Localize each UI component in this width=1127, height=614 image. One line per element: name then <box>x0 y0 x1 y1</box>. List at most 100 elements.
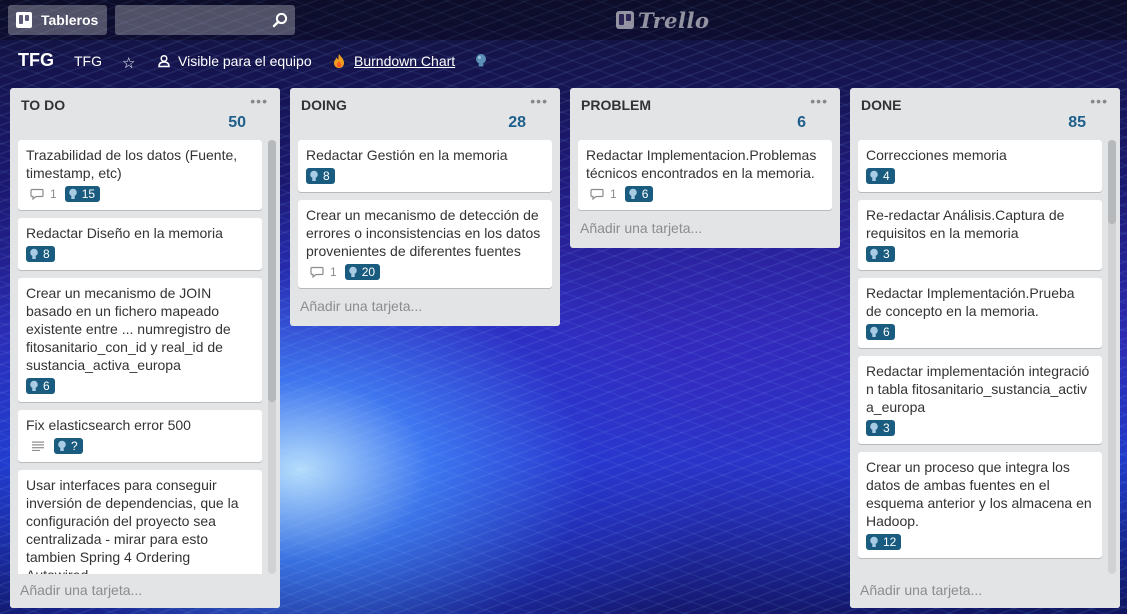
card[interactable]: Redactar Gestión en la memoria 8 <box>298 140 552 192</box>
points-value: 3 <box>883 421 890 435</box>
star-icon[interactable]: ☆ <box>122 54 135 72</box>
list-menu-icon[interactable]: ••• <box>250 93 268 109</box>
card-badges: 4 <box>866 166 1094 186</box>
list-header: PROBLEM 6 ••• <box>570 88 840 140</box>
list-title[interactable]: DONE <box>861 97 901 113</box>
points-badge: 15 <box>64 186 101 202</box>
card[interactable]: Crear un proceso que integra los datos d… <box>858 452 1102 558</box>
search-icon[interactable] <box>272 12 288 28</box>
add-card-button[interactable]: Añadir una tarjeta... <box>10 576 280 608</box>
card[interactable]: Trazabilidad de los datos (Fuente, times… <box>18 140 262 210</box>
card-badges: 12 <box>866 532 1094 552</box>
card-list: Redactar Implementacion.Problemas técnic… <box>570 140 840 210</box>
card[interactable]: Redactar Diseño en la memoria 8 <box>18 218 262 270</box>
lightbulb-icon[interactable] <box>474 53 488 69</box>
card-badges: 3 <box>866 418 1094 438</box>
trello-logo-icon <box>616 11 634 29</box>
card[interactable]: Redactar Implementacion.Problemas técnic… <box>578 140 832 210</box>
organization-link[interactable]: TFG <box>74 53 102 69</box>
comment-icon <box>590 188 604 200</box>
lightbulb-icon <box>870 326 878 337</box>
card-badges: 8 <box>26 244 254 264</box>
card-list: Redactar Gestión en la memoria 8 Crear u… <box>290 140 560 288</box>
lightbulb-icon <box>30 380 38 391</box>
card-badges: 1 15 <box>26 184 254 204</box>
points-value: 6 <box>641 187 649 201</box>
card-title: Redactar Gestión en la memoria <box>306 147 508 163</box>
card[interactable]: Correcciones memoria 4 <box>858 140 1102 192</box>
card[interactable]: Crear un mecanismo de JOIN basado en un … <box>18 278 262 402</box>
comments-badge: 1 <box>590 185 617 203</box>
trello-logo[interactable]: Trello <box>616 7 710 33</box>
boards-icon <box>16 12 32 28</box>
card[interactable]: Redactar implementación integración tabl… <box>858 356 1102 444</box>
team-icon <box>158 54 170 68</box>
list-problem: PROBLEM 6 ••• Redactar Implementacion.Pr… <box>570 88 840 248</box>
card[interactable]: Re-redactar Análisis.Captura de requisit… <box>858 200 1102 270</box>
description-icon <box>32 441 44 451</box>
list-header: TO DO 50 ••• <box>10 88 280 140</box>
card-badges: 1 6 <box>586 184 824 204</box>
lightbulb-icon <box>68 188 77 199</box>
list-menu-icon[interactable]: ••• <box>810 93 828 109</box>
points-value: 20 <box>361 265 376 279</box>
card-badges: 6 <box>26 376 254 396</box>
card[interactable]: Usar interfaces para conseguir inversión… <box>18 470 262 574</box>
points-badge: 8 <box>26 246 55 262</box>
card-title: Correcciones memoria <box>866 147 1007 163</box>
add-card-button[interactable]: Añadir una tarjeta... <box>850 576 1120 608</box>
list-points-count: 85 <box>1068 114 1086 131</box>
points-badge: 20 <box>344 264 381 280</box>
list-title[interactable]: PROBLEM <box>581 97 651 113</box>
comments-badge: 1 <box>310 263 337 281</box>
comments-count: 1 <box>50 187 57 201</box>
scrollbar-thumb[interactable] <box>1108 140 1116 224</box>
list-header: DONE 85 ••• <box>850 88 1120 140</box>
card-title: Fix elasticsearch error 500 <box>26 417 191 433</box>
list-points-count: 28 <box>508 114 526 131</box>
board-title[interactable]: TFG <box>18 50 54 71</box>
lightbulb-icon <box>870 422 878 433</box>
points-badge: 6 <box>866 324 895 340</box>
points-value: 8 <box>323 169 330 183</box>
card[interactable]: Redactar Implementación.Prueba de concep… <box>858 278 1102 348</box>
top-header: Tableros Trello <box>0 0 1127 40</box>
comments-count: 1 <box>610 187 617 201</box>
points-badge: 12 <box>866 534 902 550</box>
list-title[interactable]: DOING <box>301 97 347 113</box>
points-value: 8 <box>43 247 50 261</box>
card-title: Redactar Implementacion.Problemas técnic… <box>586 147 817 181</box>
lightbulb-icon <box>870 536 878 547</box>
scrollbar-thumb[interactable] <box>268 140 276 402</box>
lightbulb-icon <box>58 440 66 451</box>
list-menu-icon[interactable]: ••• <box>530 93 548 109</box>
list-menu-icon[interactable]: ••• <box>1090 93 1108 109</box>
comments-badge: 1 <box>30 185 57 203</box>
search-input[interactable] <box>115 5 281 33</box>
trello-logo-text: Trello <box>638 7 710 33</box>
add-card-button[interactable]: Añadir una tarjeta... <box>290 296 560 326</box>
list-scrollbar[interactable] <box>1108 140 1116 574</box>
list-scrollbar[interactable] <box>268 140 276 574</box>
card[interactable]: Fix elasticsearch error 500 ? <box>18 410 262 462</box>
add-card-button[interactable]: Añadir una tarjeta... <box>570 218 840 248</box>
points-badge: 3 <box>866 420 895 436</box>
search-box[interactable] <box>115 5 295 35</box>
comment-icon <box>30 188 44 200</box>
card-badges: 6 <box>866 322 1094 342</box>
board-header: TFG TFG ☆ Visible para el equipo Burndow… <box>0 44 1127 82</box>
card-list: Correcciones memoria 4 Re-redactar Análi… <box>850 140 1104 574</box>
boards-label: Tableros <box>41 12 99 28</box>
lightbulb-icon <box>870 170 878 181</box>
card-list: Trazabilidad de los datos (Fuente, times… <box>10 140 264 574</box>
list-title[interactable]: TO DO <box>21 97 65 113</box>
visibility-button[interactable]: Visible para el equipo <box>157 53 312 69</box>
boards-button[interactable]: Tableros <box>8 5 107 35</box>
burndown-chart-button[interactable]: Burndown Chart <box>332 53 455 69</box>
points-value: 6 <box>883 325 890 339</box>
list-todo: TO DO 50 ••• Trazabilidad de los datos (… <box>10 88 280 608</box>
card[interactable]: Crear un mecanismo de detección de error… <box>298 200 552 288</box>
card-title: Crear un proceso que integra los datos d… <box>866 459 1092 529</box>
card-title: Redactar Implementación.Prueba de concep… <box>866 285 1075 319</box>
card-title: Redactar Diseño en la memoria <box>26 225 223 241</box>
